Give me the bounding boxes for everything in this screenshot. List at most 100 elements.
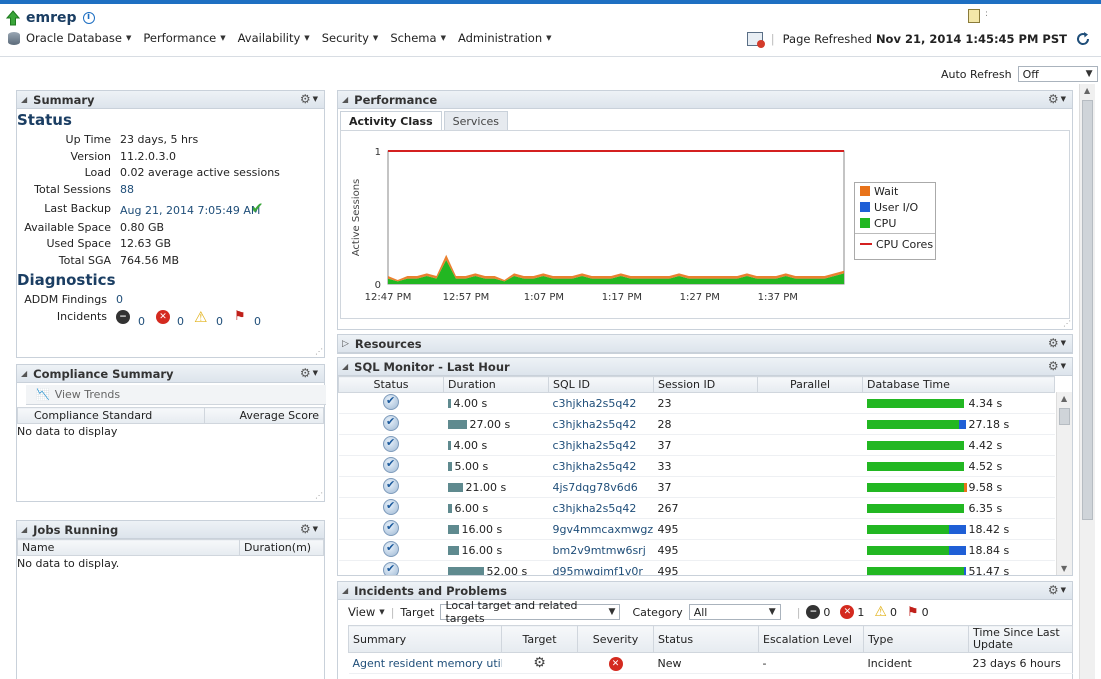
scroll-up-arrow-icon[interactable]: ▲ [1061,394,1067,403]
last-backup-link[interactable]: Aug 21, 2014 7:05:49 AM [120,204,260,217]
menu-oracle-database[interactable]: Oracle Database ▼ [26,31,131,45]
sql-id-link[interactable]: c3hjkha2s5q42 [548,455,654,477]
table-row[interactable]: Agent resident memory utili... ⚙ ✕ New -… [348,652,1073,674]
page-scrollbar[interactable]: ▲ [1079,84,1095,679]
menu-performance[interactable]: Performance ▼ [143,31,225,45]
completed-check-icon[interactable] [383,498,399,515]
table-row[interactable]: 21.00 s 4js7dqg78v6d637 9.58 s [338,476,1055,498]
menu-availability[interactable]: Availability ▼ [238,31,310,45]
menu-administration[interactable]: Administration ▼ [458,31,552,45]
table-row[interactable]: 6.00 s c3hjkha2s5q42267 6.35 s [338,497,1055,519]
col-type[interactable]: Type [863,625,969,653]
collapse-triangle-icon[interactable]: ◢ [21,525,27,534]
menu-schema[interactable]: Schema ▼ [390,31,446,45]
incident-count-escalated[interactable]: 0 [254,315,261,328]
sql-id-link[interactable]: c3hjkha2s5q42 [548,434,654,456]
table-row[interactable]: 4.00 s c3hjkha2s5q4237 4.42 s [338,434,1055,456]
collapse-triangle-icon[interactable]: ◢ [342,362,348,371]
completed-check-icon[interactable] [383,435,399,452]
incidents-count-critical[interactable]: 1 [857,606,864,619]
col-target[interactable]: Target [501,625,578,653]
incidents-count-warning[interactable]: 0 [890,606,897,619]
refresh-icon[interactable] [1075,31,1091,47]
collapse-triangle-icon[interactable]: ◢ [21,95,27,104]
col-summary[interactable]: Summary [348,625,502,653]
sql-id-link[interactable]: 4js7dqg78v6d6 [548,476,654,498]
completed-check-icon[interactable] [383,393,399,410]
col-job-duration[interactable]: Duration(m) [239,539,324,556]
info-icon[interactable]: i [82,12,95,24]
gear-icon[interactable]: ⚙ ▼ [1048,92,1066,106]
clipboard-icon[interactable] [968,9,980,23]
expand-triangle-icon[interactable]: ▷ [342,339,349,349]
completed-check-icon[interactable] [383,456,399,473]
gear-icon[interactable]: ⚙ ▼ [1048,359,1066,373]
table-row[interactable]: 4.00 s c3hjkha2s5q4223 4.34 s [338,392,1055,414]
collapse-triangle-icon[interactable]: ◢ [342,95,348,104]
completed-check-icon[interactable] [383,477,399,494]
legend-item-wait[interactable]: Wait [855,183,935,199]
col-status[interactable]: Status [653,625,759,653]
col-severity[interactable]: Severity [577,625,654,653]
completed-check-icon[interactable] [383,414,399,431]
completed-check-icon[interactable] [383,519,399,536]
col-parallel[interactable]: Parallel [757,376,863,393]
completed-check-icon[interactable] [383,540,399,557]
incident-count-fatal[interactable]: 0 [138,315,145,328]
menu-security[interactable]: Security ▼ [322,31,379,45]
legend-item-cpu-cores[interactable]: CPU Cores [855,236,935,252]
page-scroll-thumb[interactable] [1082,100,1093,520]
view-menu[interactable]: View ▼ [348,605,385,619]
table-row[interactable]: 16.00 s 9gv4mmcaxmwgz495 18.42 s [338,518,1055,540]
table-row[interactable]: 16.00 s bm2v9mtmw6srj495 18.84 s [338,539,1055,561]
col-sql-id[interactable]: SQL ID [548,376,654,393]
sql-id-link[interactable]: 9gv4mmcaxmwgz [548,518,654,540]
target-filter-select[interactable]: Local target and related targets ▼ [440,599,621,625]
col-job-name[interactable]: Name [17,539,240,556]
col-time-since-last-update[interactable]: Time Since Last Update [968,625,1073,653]
gear-icon[interactable]: ⚙ ▼ [1048,583,1066,597]
gear-icon[interactable]: ⚙ ▼ [300,92,318,106]
col-compliance-standard[interactable]: Compliance Standard [16,407,206,424]
sql-id-link[interactable]: d95mwgimf1v0r [548,560,654,575]
sql-id-link[interactable]: c3hjkha2s5q42 [548,497,654,519]
incident-count-warning[interactable]: 0 [216,315,223,328]
completed-check-icon[interactable] [383,561,399,575]
table-row[interactable]: 27.00 s c3hjkha2s5q4228 27.18 s [338,413,1055,435]
collapse-triangle-icon[interactable]: ◢ [342,586,348,595]
table-row[interactable]: 5.00 s c3hjkha2s5q4233 4.52 s [338,455,1055,477]
gear-icon[interactable]: ⚙ ▼ [1048,336,1066,350]
col-database-time[interactable]: Database Time [862,376,1055,393]
col-escalation-level[interactable]: Escalation Level [758,625,864,653]
resize-grip-icon[interactable]: ⋰ [1063,319,1071,328]
col-duration[interactable]: Duration [443,376,549,393]
refresh-settings-icon[interactable] [746,32,765,48]
sql-monitor-scroll-thumb[interactable] [1059,408,1070,425]
view-trends-button[interactable]: 📉 View Trends [26,385,326,405]
sql-id-link[interactable]: bm2v9mtmw6srj [548,539,654,561]
table-row[interactable]: 52.00 s d95mwgimf1v0r495 51.47 s [338,560,1055,575]
sql-id-link[interactable]: c3hjkha2s5q42 [548,413,654,435]
total-sessions-link[interactable]: 88 [120,183,134,196]
col-average-score[interactable]: Average Score [204,407,324,424]
gear-icon[interactable]: ⚙ ▼ [300,522,318,536]
scroll-down-arrow-icon[interactable]: ▼ [1061,564,1067,573]
collapse-triangle-icon[interactable]: ◢ [21,369,27,378]
incident-count-critical[interactable]: 0 [177,315,184,328]
auto-refresh-select[interactable]: Off ▼ [1017,66,1098,82]
incidents-count-escalated[interactable]: 0 [922,606,929,619]
resize-grip-icon[interactable]: ⋰ [315,491,323,500]
sql-monitor-scrollbar[interactable]: ▲ ▼ [1056,392,1072,575]
incident-summary-link[interactable]: Agent resident memory utili... [348,652,502,674]
target-name[interactable]: emrep [26,10,77,26]
sql-id-link[interactable]: c3hjkha2s5q42 [548,392,654,414]
tab-activity-class[interactable]: Activity Class [340,111,442,131]
legend-item-cpu[interactable]: CPU [855,215,935,231]
gear-icon[interactable]: ⚙ ▼ [300,366,318,380]
incidents-count-fatal[interactable]: 0 [823,606,830,619]
scroll-up-arrow-icon[interactable]: ▲ [1084,86,1090,95]
legend-item-user-io[interactable]: User I/O [855,199,935,215]
category-filter-select[interactable]: All ▼ [688,604,781,620]
resize-grip-icon[interactable]: ⋰ [315,347,323,356]
col-session-id[interactable]: Session ID [653,376,758,393]
